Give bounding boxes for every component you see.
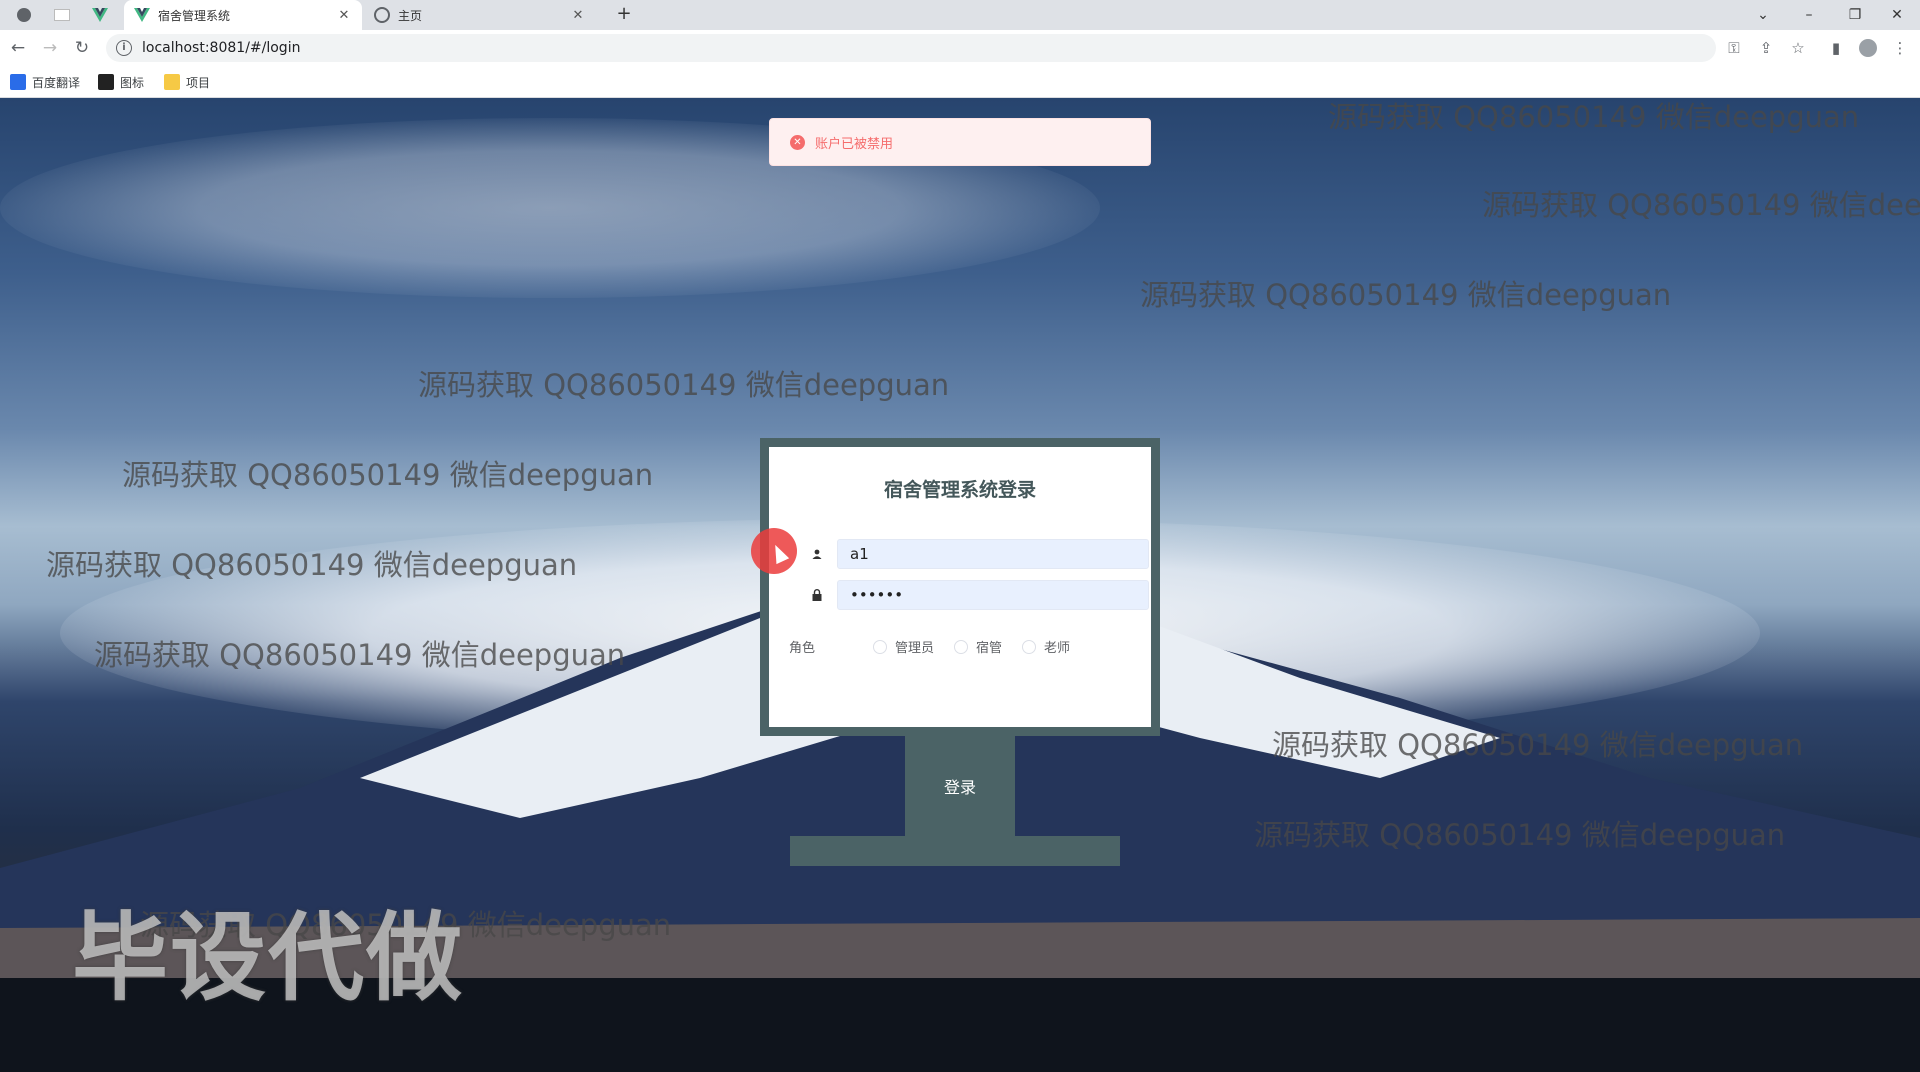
share-icon[interactable]: ⇪: [1754, 36, 1778, 60]
role-radio-dorm-manager[interactable]: 宿管: [954, 637, 1002, 656]
profile-avatar-icon[interactable]: [1856, 36, 1880, 60]
vue-icon: [134, 8, 150, 22]
restore-button[interactable]: ❐: [1832, 0, 1878, 30]
role-radio-teacher[interactable]: 老师: [1022, 637, 1070, 656]
login-button[interactable]: 登录: [905, 736, 1015, 836]
login-title: 宿舍管理系统登录: [883, 479, 1036, 501]
alert-message: 账户已被禁用: [815, 136, 894, 152]
watermark-text: 源码获取 QQ86050149 微信deepguan: [1482, 188, 1920, 222]
watermark-text: 源码获取 QQ86050149 微信deepguan: [94, 638, 626, 672]
login-page: 源码获取 QQ86050149 微信deepguan 源码获取 QQ860501…: [0, 98, 1920, 1072]
bookmark-star-icon[interactable]: ☆: [1786, 36, 1810, 60]
bookmark-item[interactable]: 图标: [98, 72, 144, 92]
password-row: ••••••: [797, 580, 1149, 610]
role-radio-admin[interactable]: 管理员: [873, 637, 934, 656]
watermark-text: 源码获取 QQ86050149 微信deepguan: [122, 458, 654, 492]
url-text: localhost:8081/#/login: [142, 40, 301, 56]
menu-kebab-icon[interactable]: ⋮: [1888, 36, 1912, 60]
site-info-icon[interactable]: i: [116, 40, 132, 56]
address-bar-row: ← → ↻ i localhost:8081/#/login ⚿ ⇪ ☆ ▮ ⋮: [0, 30, 1920, 66]
back-arrow-icon[interactable]: ←: [6, 36, 30, 60]
translate-icon: [10, 74, 26, 90]
user-icon: [797, 549, 837, 559]
radio-label: 管理员: [895, 641, 935, 656]
username-row: a1: [797, 539, 1149, 569]
watermark-text: 源码获取 QQ86050149 微信deepguan: [1140, 278, 1672, 312]
watermark-text: 源码获取 QQ86050149 微信deepguan: [418, 368, 950, 402]
tab-title: 宿舍管理系统: [158, 8, 231, 23]
bookmark-label: 图标: [120, 75, 145, 90]
role-selector: 角色 管理员 宿管 老师: [789, 637, 1090, 656]
tab-strip: 宿舍管理系统 ✕ 主页 ✕ + ⌄ – ❐ ✕: [0, 0, 1920, 30]
key-icon[interactable]: ⚿: [1722, 36, 1746, 60]
watermark-text: 源码获取 QQ86050149 微信deepguan: [1254, 818, 1786, 852]
radio-circle[interactable]: [954, 639, 969, 654]
radio-circle[interactable]: [873, 639, 887, 654]
globe-icon: [374, 7, 390, 23]
panel-base: [790, 836, 1120, 866]
minimize-button[interactable]: –: [1786, 0, 1832, 30]
bookmarks-bar: 百度翻译 图标 项目: [0, 66, 1920, 98]
login-form: 宿舍管理系统登录 a1 •••••• 角色 管理员 宿管 老师: [769, 447, 1151, 727]
close-window-button[interactable]: ✕: [1874, 0, 1920, 30]
radio-label: 老师: [1044, 641, 1071, 656]
pinned-tab-3[interactable]: [84, 0, 116, 30]
tab-close-icon[interactable]: ✕: [570, 8, 586, 23]
bookmark-label: 百度翻译: [32, 75, 81, 90]
password-input[interactable]: ••••••: [837, 580, 1149, 610]
watermark-text: 源码获取 QQ86050149 微信deepguan: [46, 548, 578, 582]
login-panel: 宿舍管理系统登录 a1 •••••• 角色 管理员 宿管 老师: [760, 438, 1160, 736]
tab-title: 主页: [398, 8, 423, 23]
side-panel-icon[interactable]: ▮: [1824, 36, 1848, 60]
pinned-tab-1[interactable]: [8, 0, 40, 30]
watermark-text: 源码获取 QQ86050149 微信deepguan: [1272, 728, 1804, 762]
image-icon: [98, 74, 114, 90]
vue-icon: [92, 8, 108, 22]
big-watermark-text: 毕设代做: [72, 902, 464, 1014]
new-tab-button[interactable]: +: [612, 4, 636, 26]
username-input[interactable]: a1: [837, 539, 1149, 569]
watermark-text: 源码获取 QQ86050149 微信deepguan: [1328, 100, 1860, 134]
error-circle-icon: ✕: [790, 134, 805, 150]
bookmark-item[interactable]: 百度翻译: [10, 72, 80, 92]
url-input[interactable]: i localhost:8081/#/login: [106, 34, 1716, 62]
blank-page-icon: [54, 9, 70, 21]
reload-icon[interactable]: ↻: [70, 36, 94, 60]
forward-arrow-icon[interactable]: →: [38, 36, 62, 60]
tab-close-icon[interactable]: ✕: [336, 8, 352, 23]
tab-inactive[interactable]: 主页 ✕: [364, 0, 596, 30]
bookmark-label: 项目: [186, 75, 211, 90]
bookmark-item[interactable]: 项目: [164, 72, 210, 92]
globe-icon: [17, 8, 31, 22]
pinned-tab-2[interactable]: [46, 0, 78, 30]
tab-active[interactable]: 宿舍管理系统 ✕: [124, 0, 362, 30]
radio-label: 宿管: [976, 641, 1003, 656]
lock-icon: [797, 589, 837, 601]
radio-circle[interactable]: [1022, 639, 1037, 654]
tab-search-button[interactable]: ⌄: [1740, 0, 1786, 30]
folder-icon: [164, 74, 180, 90]
role-label: 角色: [789, 641, 816, 656]
error-alert: ✕ 账户已被禁用: [769, 118, 1151, 166]
